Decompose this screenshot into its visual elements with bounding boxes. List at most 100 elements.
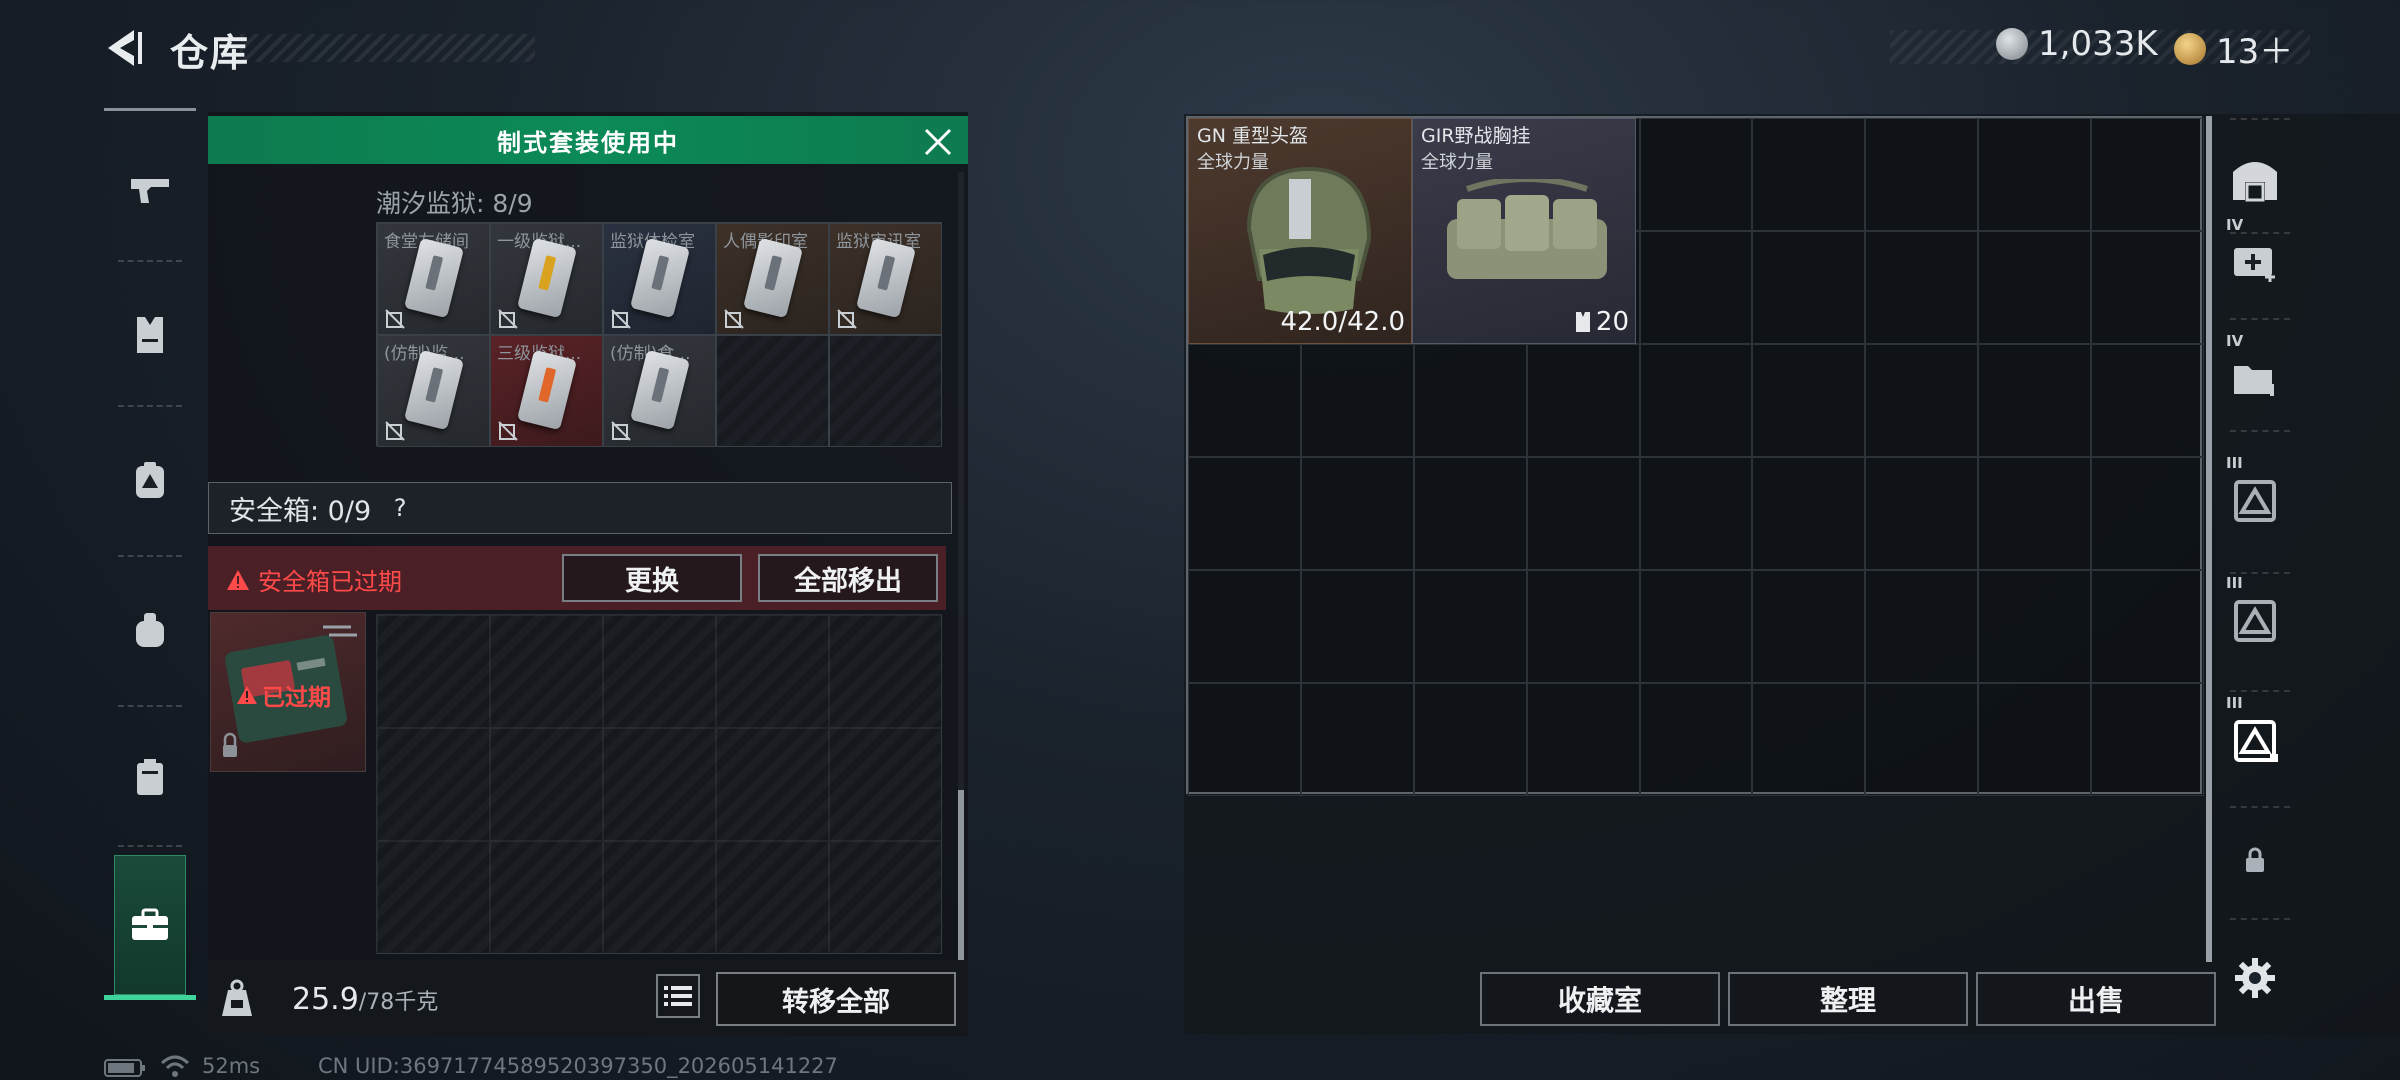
- key-slot[interactable]: (仿制)监...: [377, 335, 490, 447]
- storage-scrollbar[interactable]: [2206, 116, 2212, 962]
- storage-slot[interactable]: [1300, 683, 1414, 796]
- sell-button[interactable]: 出售: [1976, 972, 2216, 1026]
- safebox-slot[interactable]: [490, 728, 603, 841]
- storage-slot[interactable]: [2091, 457, 2205, 570]
- safebox-slot[interactable]: [377, 841, 490, 954]
- storage-slot[interactable]: [1978, 231, 2092, 344]
- storage-slot[interactable]: [1978, 683, 2092, 796]
- storage-slot[interactable]: [1188, 344, 1301, 457]
- nav-pouch[interactable]: [104, 565, 196, 695]
- storage-slot[interactable]: [1752, 231, 1866, 344]
- storage-slot[interactable]: [1752, 570, 1866, 683]
- storage-slot[interactable]: [1752, 118, 1866, 231]
- storage-slot[interactable]: [1639, 570, 1753, 683]
- safebox-slot[interactable]: [603, 615, 716, 728]
- nav-backpack[interactable]: [104, 415, 196, 545]
- collection-room-button[interactable]: 收藏室: [1480, 972, 1720, 1026]
- nav-case[interactable]: [104, 712, 196, 842]
- storage-slot[interactable]: [1865, 118, 1979, 231]
- storage-slot[interactable]: [2091, 683, 2205, 796]
- storage-slot[interactable]: [1413, 344, 1527, 457]
- nav-toolbox[interactable]: [104, 860, 196, 990]
- move-all-out-button[interactable]: 全部移出: [758, 554, 938, 602]
- nav-armor[interactable]: [104, 270, 196, 400]
- right-nav-file-case[interactable]: IV: [2222, 328, 2288, 428]
- storage-slot[interactable]: [1300, 344, 1414, 457]
- storage-slot[interactable]: [1978, 344, 2092, 457]
- storage-slot[interactable]: [1639, 683, 1753, 796]
- key-slot[interactable]: 一级监狱...: [490, 223, 603, 335]
- back-button[interactable]: [100, 26, 150, 70]
- storage-slot[interactable]: [1300, 570, 1414, 683]
- help-icon[interactable]: ?: [385, 493, 415, 523]
- empty-key-slot[interactable]: [716, 335, 829, 447]
- storage-slot[interactable]: [1526, 570, 1640, 683]
- safebox-slot[interactable]: [377, 615, 490, 728]
- key-slot[interactable]: 监狱审讯室: [829, 223, 942, 335]
- storage-slot[interactable]: [1639, 118, 1753, 231]
- storage-slot[interactable]: [1978, 118, 2092, 231]
- replace-button[interactable]: 更换: [562, 554, 742, 602]
- safebox-slot[interactable]: [829, 728, 942, 841]
- gold-currency[interactable]: 13＋: [2174, 24, 2293, 73]
- storage-slot[interactable]: [1752, 683, 1866, 796]
- list-view-button[interactable]: [656, 974, 700, 1018]
- safebox-slot[interactable]: [716, 841, 829, 954]
- transfer-all-button[interactable]: 转移全部: [716, 972, 956, 1026]
- storage-slot[interactable]: [1752, 457, 1866, 570]
- key-slot[interactable]: (仿制)食...: [603, 335, 716, 447]
- storage-slot[interactable]: [1188, 683, 1301, 796]
- storage-slot[interactable]: [2091, 118, 2205, 231]
- helmet-item[interactable]: GN 重型头盔 全球力量 42.0/42.0: [1188, 118, 1412, 344]
- storage-slot[interactable]: [1865, 457, 1979, 570]
- safebox-slot[interactable]: [603, 728, 716, 841]
- safebox-slot[interactable]: [829, 615, 942, 728]
- key-slot[interactable]: 食堂左储间: [377, 223, 490, 335]
- nav-pistol[interactable]: [104, 125, 196, 255]
- right-nav-container-1[interactable]: III: [2222, 450, 2288, 550]
- storage-slot[interactable]: [1413, 683, 1527, 796]
- storage-slot[interactable]: [2091, 570, 2205, 683]
- storage-slot[interactable]: [1978, 457, 2092, 570]
- storage-slot[interactable]: [1865, 570, 1979, 683]
- right-nav-locked[interactable]: [2222, 810, 2288, 910]
- right-nav-medical-case[interactable]: IV: [2222, 212, 2288, 312]
- storage-slot[interactable]: [1413, 570, 1527, 683]
- safebox-slot[interactable]: [716, 615, 829, 728]
- storage-slot[interactable]: [1188, 457, 1301, 570]
- storage-slot[interactable]: [2091, 231, 2205, 344]
- storage-slot[interactable]: [1865, 344, 1979, 457]
- storage-slot[interactable]: [1188, 570, 1301, 683]
- storage-slot[interactable]: [1639, 457, 1753, 570]
- safebox-slot[interactable]: [377, 728, 490, 841]
- chest-rig-item[interactable]: GIR野战胸挂 全球力量 20: [1412, 118, 1636, 344]
- storage-slot[interactable]: [1978, 570, 2092, 683]
- storage-slot[interactable]: [2091, 344, 2205, 457]
- storage-slot[interactable]: [1526, 344, 1640, 457]
- safebox-slot[interactable]: [716, 728, 829, 841]
- key-slot[interactable]: 监狱体检室: [603, 223, 716, 335]
- storage-slot[interactable]: [1526, 683, 1640, 796]
- key-slot[interactable]: 人偶影印室: [716, 223, 829, 335]
- storage-slot[interactable]: [1639, 231, 1753, 344]
- safebox-slot[interactable]: [829, 841, 942, 954]
- banner-close-button[interactable]: [920, 124, 956, 160]
- safebox-slot[interactable]: [490, 841, 603, 954]
- safebox-slot[interactable]: [603, 841, 716, 954]
- loadout-scrollbar[interactable]: [958, 790, 964, 960]
- storage-slot[interactable]: [1526, 457, 1640, 570]
- storage-slot[interactable]: [1413, 457, 1527, 570]
- key-slot[interactable]: 三级监狱...: [490, 335, 603, 447]
- storage-slot[interactable]: [1865, 231, 1979, 344]
- storage-slot[interactable]: [1300, 457, 1414, 570]
- storage-slot[interactable]: [1639, 344, 1753, 457]
- safebox-slot[interactable]: [490, 615, 603, 728]
- silver-currency[interactable]: 1,033K: [1996, 24, 2158, 64]
- organize-button[interactable]: 整理: [1728, 972, 1968, 1026]
- empty-key-slot[interactable]: [829, 335, 942, 447]
- right-nav-container-2[interactable]: III: [2222, 570, 2288, 670]
- settings-button[interactable]: [2222, 928, 2288, 1028]
- storage-slot[interactable]: [1752, 344, 1866, 457]
- storage-slot[interactable]: [1865, 683, 1979, 796]
- right-nav-container-3[interactable]: III: [2222, 690, 2288, 790]
